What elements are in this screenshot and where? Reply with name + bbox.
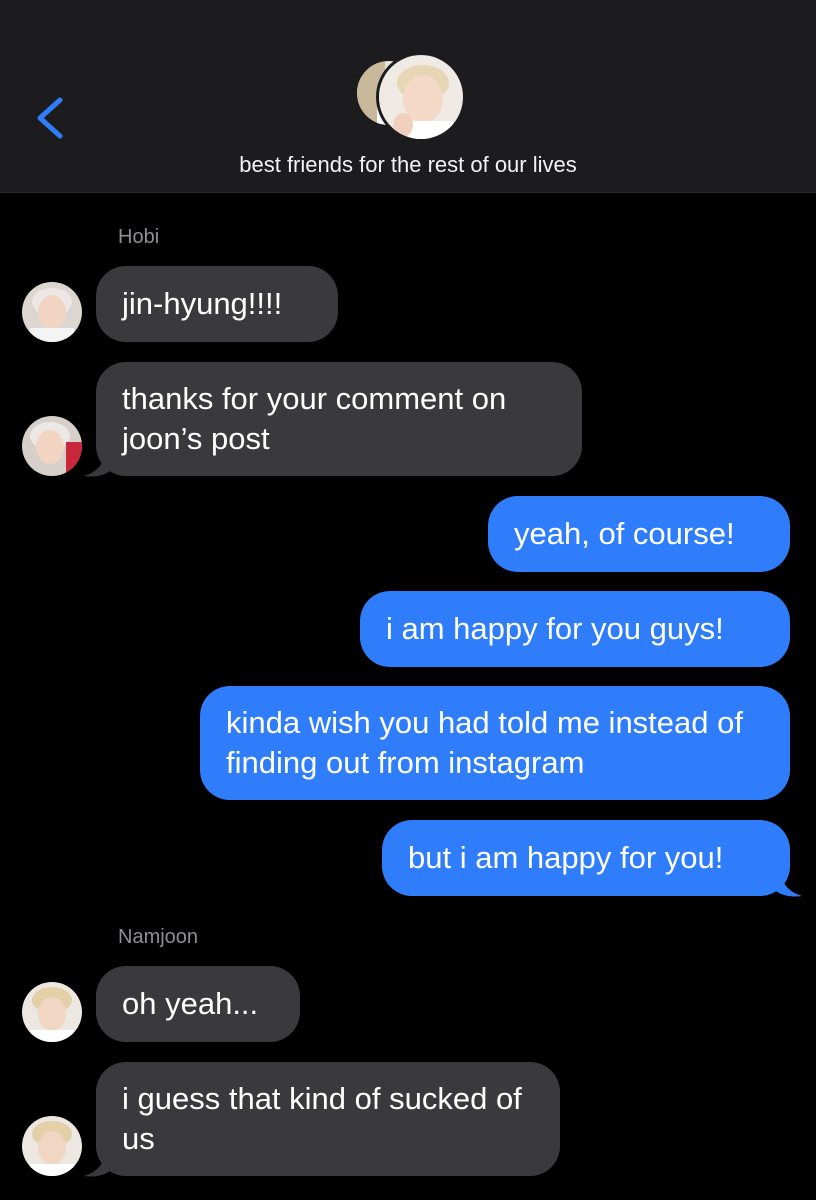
- avatar: [376, 52, 466, 142]
- message-bubble[interactable]: i am happy for you guys!: [360, 591, 790, 667]
- message-text: i guess that kind of sucked of us: [122, 1081, 522, 1156]
- message-text: yeah, of course!: [514, 516, 735, 551]
- message-text: jin-hyung!!!!: [122, 286, 283, 321]
- sender-name: Hobi: [118, 226, 160, 248]
- message-bubble[interactable]: oh yeah...: [96, 966, 300, 1042]
- avatar[interactable]: [22, 982, 82, 1042]
- avatar[interactable]: [22, 416, 82, 476]
- message-bubble[interactable]: kinda wish you had told me instead of fi…: [200, 686, 790, 800]
- message-bubble[interactable]: yeah, of course!: [488, 496, 790, 572]
- message-bubble[interactable]: i guess that kind of sucked of us: [96, 1062, 560, 1176]
- sender-name: Namjoon: [118, 926, 199, 948]
- conversation-header: best friends for the rest of our lives: [0, 0, 816, 193]
- message-text: thanks for your comment on joon’s post: [122, 381, 507, 456]
- conversation-title[interactable]: best friends for the rest of our lives: [0, 152, 816, 178]
- bubble-tail-icon: [772, 866, 802, 897]
- message-bubble[interactable]: thanks for your comment on joon’s post: [96, 362, 582, 476]
- bubble-tail-icon: [84, 446, 114, 477]
- avatar[interactable]: [22, 1116, 82, 1176]
- message-text: i am happy for you guys!: [386, 611, 724, 646]
- message-text: oh yeah...: [122, 986, 259, 1021]
- message-text: kinda wish you had told me instead of fi…: [226, 705, 743, 780]
- message-bubble[interactable]: but i am happy for you!: [382, 820, 790, 896]
- back-button[interactable]: [30, 94, 70, 142]
- message-bubble[interactable]: jin-hyung!!!!: [96, 266, 338, 342]
- message-text: but i am happy for you!: [408, 840, 724, 875]
- avatar[interactable]: [22, 282, 82, 342]
- group-avatar[interactable]: [354, 52, 466, 142]
- bubble-tail-icon: [84, 1146, 114, 1177]
- chevron-left-icon: [37, 97, 63, 139]
